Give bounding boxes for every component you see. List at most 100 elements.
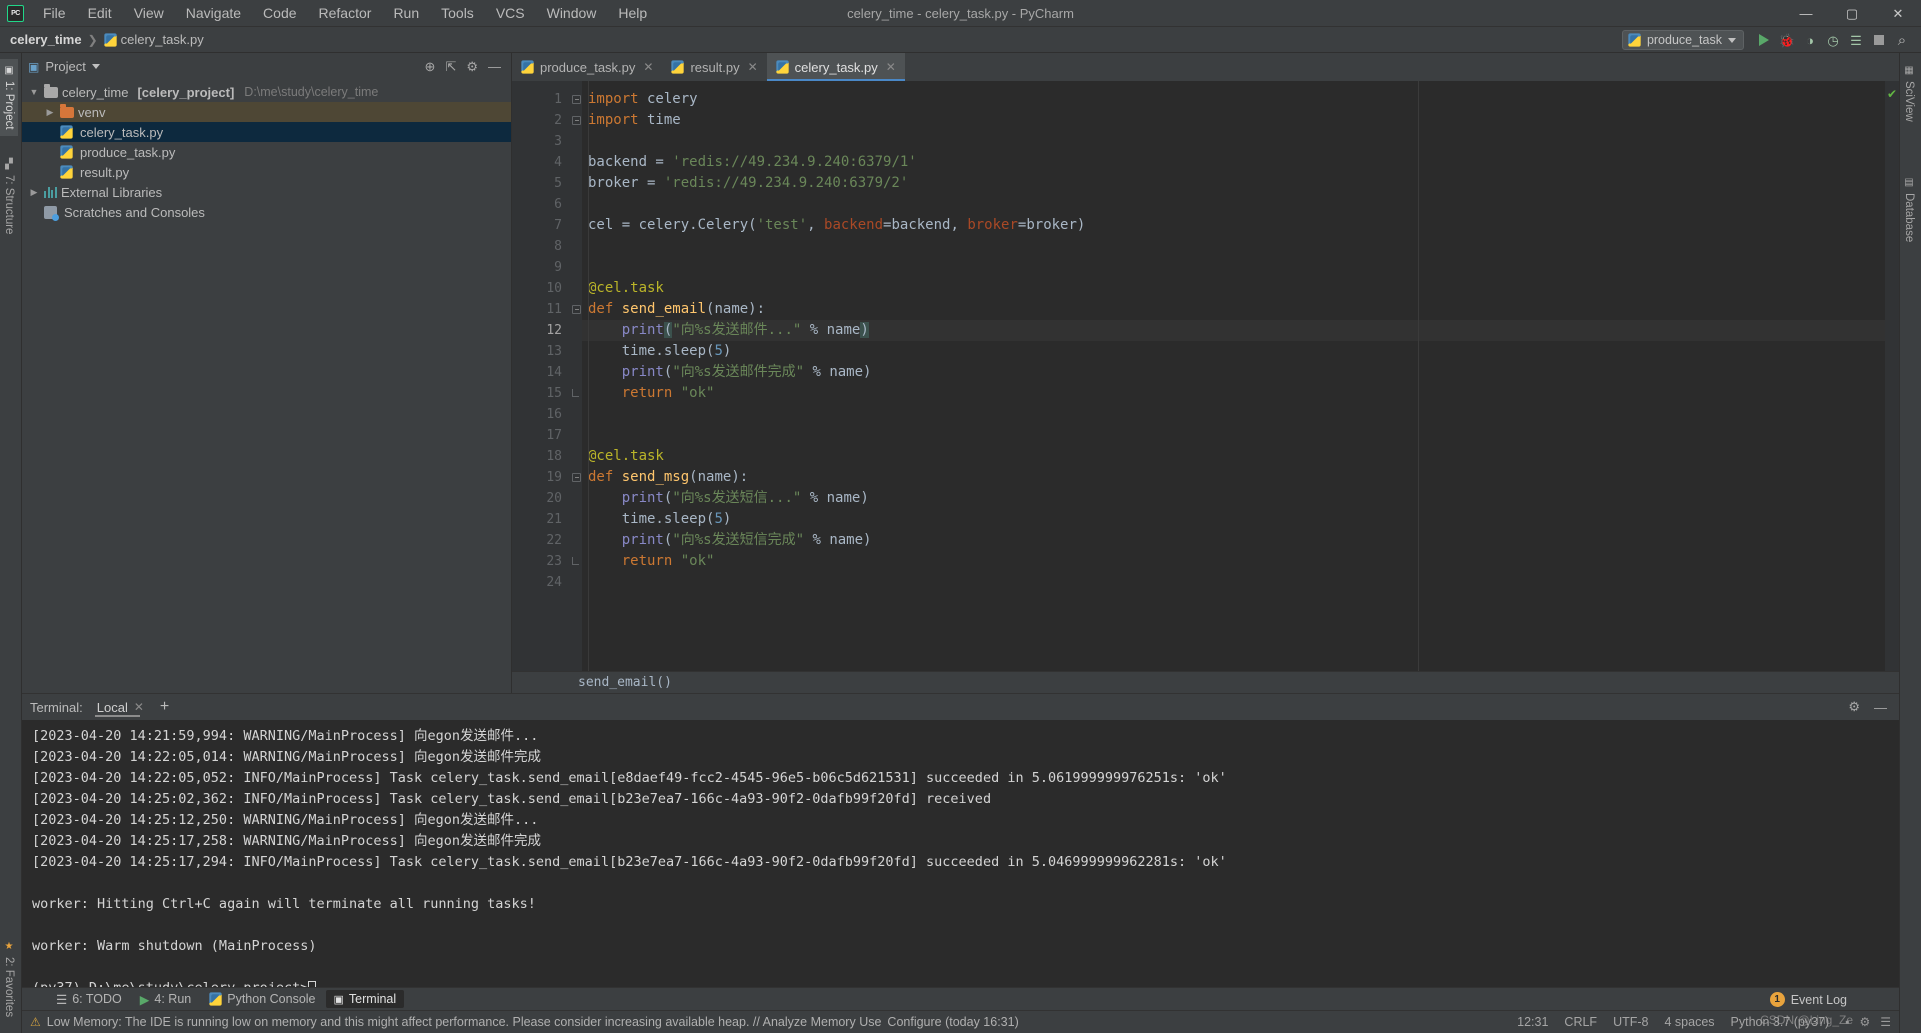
tree-item-produce-task-py[interactable]: produce_task.py <box>22 142 511 162</box>
tree-item-external-libraries[interactable]: ▶ External Libraries <box>22 182 511 202</box>
maximize-button[interactable]: ▢ <box>1829 0 1875 27</box>
settings-gear-icon[interactable]: ⚙ <box>466 59 478 75</box>
tree-item-scratches-and-consoles[interactable]: Scratches and Consoles <box>22 202 511 222</box>
memory-indicator-icon[interactable]: ▪ <box>1845 1015 1849 1029</box>
line-number: 6 <box>554 197 562 212</box>
debug-button[interactable]: 🐞 <box>1776 29 1798 51</box>
code-line: broker = 'redis://49.234.9.240:6379/2' <box>588 175 909 191</box>
close-icon[interactable]: ✕ <box>748 60 758 74</box>
tree-label: venv <box>78 104 106 120</box>
new-terminal-icon[interactable]: + <box>160 699 169 715</box>
hide-panel-icon[interactable]: — <box>488 59 501 74</box>
profile-button[interactable]: ◷ <box>1822 29 1844 51</box>
menu-file[interactable]: File <box>32 2 77 24</box>
sidebar-item-database[interactable]: ▤ Database <box>1900 171 1918 248</box>
fold-icon[interactable] <box>572 473 581 482</box>
breadcrumb-file[interactable]: celery_task.py <box>103 32 204 47</box>
code-content[interactable]: import celery import time backend = 'red… <box>582 81 1885 671</box>
fold-icon[interactable] <box>572 305 581 314</box>
breadcrumb-project[interactable]: celery_time <box>10 32 82 47</box>
tool-tab-terminal[interactable]: ▣ Terminal <box>325 990 405 1008</box>
code-line: print("向%s发送短信..." % name) <box>621 490 869 506</box>
menu-help[interactable]: Help <box>607 2 658 24</box>
sciview-label: SciView <box>1903 81 1915 122</box>
tree-item-celery-time[interactable]: ▼ celery_time [celery_project] D:\me\stu… <box>22 82 511 102</box>
error-stripe-marker[interactable]: ✔ <box>1885 81 1899 671</box>
background-tasks-icon[interactable]: ⚙ <box>1859 1015 1870 1029</box>
minimize-button[interactable]: — <box>1783 0 1829 27</box>
menu-window[interactable]: Window <box>536 2 608 24</box>
tool-tab-python-console[interactable]: Python Console <box>201 990 323 1008</box>
event-log-indicator[interactable]: 1 Event Log <box>1769 992 1847 1007</box>
notifications-icon[interactable]: ☰ <box>1880 1015 1891 1029</box>
expand-arrow-icon[interactable]: ▶ <box>28 187 40 198</box>
close-icon[interactable]: ✕ <box>886 60 896 74</box>
close-icon[interactable]: ✕ <box>134 700 144 714</box>
line-number: 9 <box>554 260 562 275</box>
project-chevron-down-icon[interactable] <box>91 64 100 69</box>
line-separator[interactable]: CRLF <box>1564 1015 1597 1029</box>
menu-refactor[interactable]: Refactor <box>308 2 383 24</box>
code-line: def send_email(name): <box>588 301 766 317</box>
expand-arrow-icon[interactable]: ▼ <box>28 87 40 97</box>
terminal-session-tab[interactable]: Local ✕ <box>93 694 150 720</box>
run-with-button[interactable]: ☰ <box>1845 29 1867 51</box>
sidebar-item-project[interactable]: ▣ 1: Project <box>0 59 18 136</box>
menu-bar: File Edit View Navigate Code Refactor Ru… <box>32 2 658 24</box>
fold-icon[interactable] <box>572 116 581 125</box>
close-icon[interactable]: ✕ <box>643 60 653 74</box>
tab-celery-task-py[interactable]: celery_task.py ✕ <box>766 53 905 81</box>
tree-module-name: [celery_project] <box>137 84 235 100</box>
run-configuration-selector[interactable]: produce_task <box>1621 30 1744 50</box>
indent-setting[interactable]: 4 spaces <box>1665 1015 1715 1029</box>
menu-navigate[interactable]: Navigate <box>175 2 252 24</box>
code-line: return "ok" <box>621 385 715 401</box>
tool-tab-label: 6: TODO <box>72 992 122 1006</box>
hide-panel-icon[interactable]: — <box>1874 700 1887 715</box>
list-run-icon: ☰ <box>1850 32 1862 48</box>
collapse-all-icon[interactable]: ⇱ <box>445 59 456 75</box>
tree-item-venv[interactable]: ▶ venv <box>22 102 511 122</box>
coverage-button[interactable]: ◑ <box>1799 29 1821 51</box>
menu-view[interactable]: View <box>123 2 175 24</box>
menu-run[interactable]: Run <box>382 2 430 24</box>
settings-gear-icon[interactable]: ⚙ <box>1848 699 1860 715</box>
menu-code[interactable]: Code <box>252 2 307 24</box>
menu-edit[interactable]: Edit <box>77 2 123 24</box>
tab-result-py[interactable]: result.py ✕ <box>662 53 766 81</box>
sidebar-item-sciview[interactable]: ▦ SciView <box>1900 59 1918 128</box>
expand-arrow-icon[interactable]: ▶ <box>44 107 56 118</box>
bug-icon: 🐞 <box>1778 32 1796 48</box>
file-encoding[interactable]: UTF-8 <box>1613 1015 1648 1029</box>
locate-icon[interactable]: ⊕ <box>425 59 436 75</box>
sidebar-item-favorites[interactable]: ★ 2: Favorites <box>0 935 18 1023</box>
tab-produce-task-py[interactable]: produce_task.py ✕ <box>512 53 662 81</box>
configure-link[interactable]: Configure (today 16:31) <box>887 1015 1018 1029</box>
menu-tools[interactable]: Tools <box>430 2 485 24</box>
breadcrumb-separator-icon: ❯ <box>87 32 98 47</box>
pycharm-logo-icon: PC <box>7 4 24 22</box>
status-message[interactable]: Low Memory: The IDE is running low on me… <box>47 1015 882 1029</box>
python-interpreter[interactable]: Python 3.7 (py37) <box>1731 1015 1830 1029</box>
stop-button[interactable] <box>1868 29 1890 51</box>
terminal-prompt-line[interactable]: (py37) D:\me\study\celery_project> <box>32 978 1889 987</box>
tree-item-result-py[interactable]: result.py <box>22 162 511 182</box>
editor-breadcrumb[interactable]: send_email() <box>512 671 1899 693</box>
tree-label: celery_time <box>62 84 129 100</box>
search-everywhere-button[interactable]: ⌕ <box>1891 29 1913 51</box>
close-button[interactable]: ✕ <box>1875 0 1921 27</box>
code-line: time.sleep(5) <box>588 343 732 359</box>
terminal-output[interactable]: [2023-04-20 14:21:59,994: WARNING/MainPr… <box>22 720 1899 987</box>
tree-item-celery-task-py[interactable]: celery_task.py <box>22 122 511 142</box>
code-folding-gutter[interactable] <box>570 81 582 671</box>
tool-tab-run[interactable]: ▶ 4: Run <box>132 990 199 1009</box>
code-editor[interactable]: 1 2 3 4 5 6 7 8 9 10 11 12 13 14 15 16 1… <box>512 81 1899 671</box>
sidebar-item-structure[interactable]: ▞ 7: Structure <box>0 153 18 240</box>
menu-vcs[interactable]: VCS <box>485 2 536 24</box>
tool-tab-todo[interactable]: ☰ 6: TODO <box>48 990 130 1009</box>
run-button[interactable] <box>1753 29 1775 51</box>
project-tree: ▼ celery_time [celery_project] D:\me\stu… <box>22 80 511 693</box>
caret-position[interactable]: 12:31 <box>1517 1015 1548 1029</box>
fold-icon[interactable] <box>572 95 581 104</box>
